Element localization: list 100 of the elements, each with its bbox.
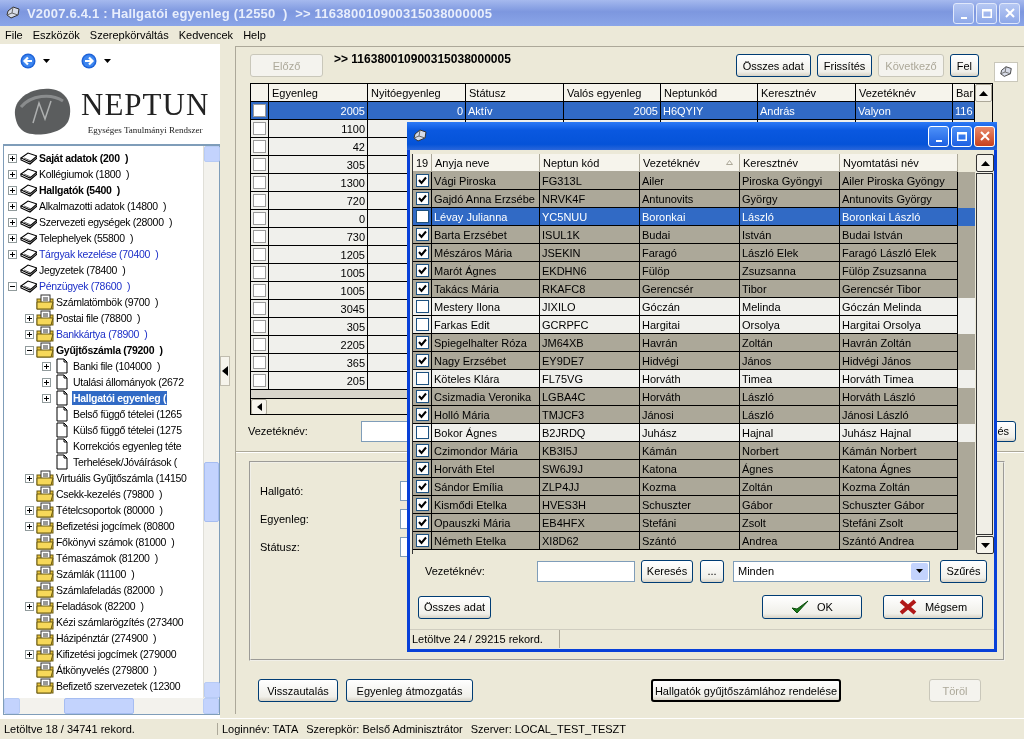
checkbox[interactable] [253,140,266,153]
tree-item[interactable]: Hallgatók (5400 ) [38,183,121,197]
tree-item[interactable]: Gyűjtőszámla (79200 ) [55,343,164,357]
expand-toggle[interactable] [24,521,34,531]
tree-item[interactable]: Virtuális Gyűjtőszámla (14150 [55,471,188,485]
column-header[interactable]: Anyja neve [432,154,540,172]
search-button[interactable]: Keresés [641,559,693,583]
back-button[interactable] [19,52,37,70]
column-header[interactable]: Neptun kód [540,154,640,172]
table-row[interactable]: Spiegelhalter Róza JM64XB Havrán Zoltán Havrán Zoltán [413,334,975,352]
expand-toggle[interactable] [24,649,34,659]
expand-toggle[interactable] [7,217,17,227]
table-row[interactable]: Takács Mária RKAFC8 Gerencsér Tibor Gerencsér Tibor [413,280,975,298]
checkbox[interactable] [253,374,266,387]
action-button[interactable]: Visszautalás [258,679,338,702]
column-header[interactable]: Valós egyenleg [564,84,661,102]
tree-item[interactable]: Tárgyak kezelése (70400 ) [38,247,160,261]
expand-toggle[interactable] [7,233,17,243]
expand-toggle[interactable] [24,329,34,339]
checkbox[interactable] [415,372,429,385]
name-field[interactable] [537,560,635,582]
table-row[interactable]: Gajdó Anna Erzsébe NRVK4F Antunovits György Antunovits György [413,190,975,208]
checkbox[interactable] [415,426,429,439]
checkbox[interactable] [253,194,266,207]
expand-toggle[interactable] [41,361,51,371]
column-header[interactable]: Státusz [466,84,564,102]
checkbox[interactable] [415,534,429,547]
expand-toggle[interactable] [7,281,17,291]
table-row[interactable]: Mészáros Mária JSEKIN Faragó László Elek Faragó László Elek [413,244,975,262]
checkbox[interactable] [415,318,429,331]
tree-item[interactable]: Belső függő tételei (1265 [72,407,183,421]
menu-item[interactable]: Eszközök [27,29,85,41]
checkbox[interactable] [253,176,266,189]
table-row[interactable]: Sándor Emília ZLP4JJ Kozma Zoltán Kozma Zoltán [413,478,975,496]
table-row[interactable]: Bokor Ágnes B2JRDQ Juhász Hajnal Juhász Hajnal [413,424,975,442]
checkbox[interactable] [415,264,429,277]
tree-item[interactable]: Banki file (104000 ) [72,359,162,373]
tree-item[interactable]: Témaszámok (81200 ) [55,551,159,565]
tree-item[interactable]: Átkönyvelés (279800 ) [55,663,158,677]
expand-toggle[interactable] [24,505,34,515]
tree-item[interactable]: Kifizetési jogcímek (279000 [55,647,178,661]
tree-item[interactable]: Bankkártya (78900 ) [55,327,149,341]
tree-item[interactable]: Alkalmazotti adatok (14800 ) [38,199,168,213]
expand-toggle[interactable] [7,169,17,179]
tree-item[interactable]: Kézi számlarögzítés (273400 [55,615,185,629]
table-row[interactable]: 2005 0 Aktív 2005 H6QYIY András Valyon 116 [251,102,974,120]
table-row[interactable]: Barta Erzsébet ISUL1K Budai István Budai István [413,226,975,244]
checkbox[interactable] [253,284,266,297]
checkbox[interactable] [253,212,266,225]
checkbox[interactable] [253,302,266,315]
tree-item[interactable]: Saját adatok (200 ) [38,151,130,165]
filter-button[interactable]: Szűrés [940,559,987,583]
options-button[interactable] [994,62,1018,82]
column-header[interactable]: Nyomtatási név [840,154,958,172]
checkbox[interactable] [415,336,429,349]
table-row[interactable]: Lévay Julianna YC5NUU Boronkai László Boronkai László [413,208,975,226]
expand-toggle[interactable] [7,185,17,195]
more-button[interactable]: ... [700,559,724,583]
checkbox[interactable] [253,248,266,261]
toolbar-button[interactable]: Frissítés [816,54,873,77]
table-row[interactable]: Horváth Etel SW6J9J Katona Ágnes Katona Ágnes [413,460,975,478]
table-row[interactable]: Opauszki Mária EB4HFX Stefáni Zsolt Stefáni Zsolt [413,514,975,532]
checkbox[interactable] [415,300,429,313]
cancel-button[interactable]: Mégsem [883,595,983,619]
checkbox[interactable] [415,444,429,457]
table-row[interactable]: Marót Ágnes EKDHN6 Fülöp Zsuzsanna Fülöp Zsuzsanna [413,262,975,280]
checkbox[interactable] [253,104,266,117]
tree-item[interactable]: Számlák (11100 ) [55,567,136,581]
tree-item[interactable]: Korrekciós egyenleg téte [72,439,183,453]
tree-item[interactable]: Befizető szervezetek (12300 [55,679,182,693]
expand-toggle[interactable] [24,313,34,323]
tree-item[interactable]: Szervezeti egységek (28000 ) [38,215,174,229]
table-row[interactable]: Csizmadia Veronika LGBA4C Horváth László Horváth László [413,388,975,406]
menu-item[interactable]: Szerepkörváltás [84,29,174,41]
toolbar-button[interactable]: Fel [949,54,979,77]
column-header[interactable]: Bar [953,84,974,102]
forward-button[interactable] [80,52,98,70]
checkbox[interactable] [415,174,429,187]
tree-item[interactable]: Tételcsoportok (80000 ) [55,503,164,517]
action-button[interactable]: Egyenleg átmozgatás [346,679,473,702]
vertical-scrollbar[interactable] [975,154,993,554]
table-row[interactable]: Kismődi Etelka HVES3H Schuszter Gábor Schuszter Gábor [413,496,975,514]
tree-item[interactable]: Számlafeladás (82000 ) [55,583,164,597]
toolbar-button[interactable]: Összes adat [735,54,811,77]
tree-item[interactable]: Feladások (82200 ) [55,599,145,613]
expand-toggle[interactable] [41,377,51,387]
ok-button[interactable]: OK [762,595,862,619]
menu-item[interactable]: Kedvencek [173,29,239,41]
checkbox[interactable] [415,246,429,259]
checkbox[interactable] [415,282,429,295]
menu-item[interactable]: Help [238,29,271,41]
table-row[interactable]: Vági Piroska FG313L Ailer Piroska Gyöngyi Ailer Piroska Gyöngy [413,172,975,190]
table-row[interactable]: Farkas Edit GCRPFC Hargitai Orsolya Hargitai Orsolya [413,316,975,334]
table-row[interactable]: Köteles Klára FL75VG Horváth Timea Horváth Timea [413,370,975,388]
horizontal-scrollbar[interactable] [4,698,219,714]
checkbox[interactable] [415,516,429,529]
menu-item[interactable]: File [0,29,28,41]
tree-item[interactable]: Hallgatói egyenleg ( [72,391,168,405]
checkbox[interactable] [415,480,429,493]
checkbox[interactable] [253,266,266,279]
